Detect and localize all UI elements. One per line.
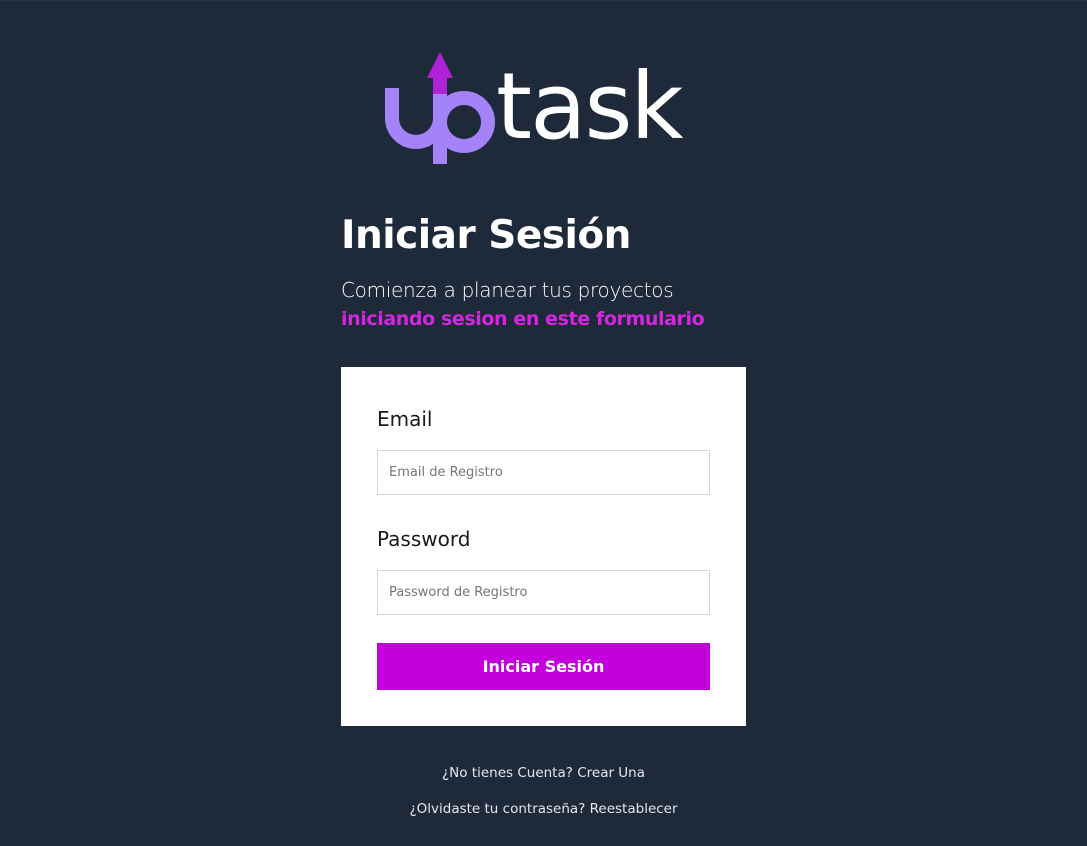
- window-top-border: [0, 0, 1087, 1]
- email-input[interactable]: [377, 450, 710, 495]
- logo-arrow-shaft: [433, 76, 447, 94]
- page-title: Iniciar Sesión: [341, 213, 631, 258]
- uptask-logo: task: [384, 50, 706, 166]
- create-account-link[interactable]: ¿No tienes Cuenta? Crear Una: [0, 764, 1087, 782]
- logo-letter-u: [385, 88, 447, 149]
- page-subtitle: Comienza a planear tus proyectos inician…: [341, 276, 761, 334]
- email-label: Email: [377, 407, 433, 431]
- uptask-logo-graphic: task: [385, 52, 686, 164]
- subtitle-line-2-highlight: iniciando sesion en este formulario: [341, 308, 705, 330]
- logo-text-task: task: [496, 53, 684, 160]
- password-label: Password: [377, 527, 471, 551]
- password-input[interactable]: [377, 570, 710, 615]
- subtitle-line-1: Comienza a planear tus proyectos: [341, 278, 674, 302]
- reset-password-link[interactable]: ¿Olvidaste tu contraseña? Reestablecer: [0, 800, 1087, 818]
- logo-arrow-head: [427, 52, 453, 78]
- login-submit-button[interactable]: Iniciar Sesión: [377, 643, 710, 690]
- login-form: Email Password Iniciar Sesión: [341, 367, 746, 726]
- logo-letter-p-bowl: [433, 91, 496, 153]
